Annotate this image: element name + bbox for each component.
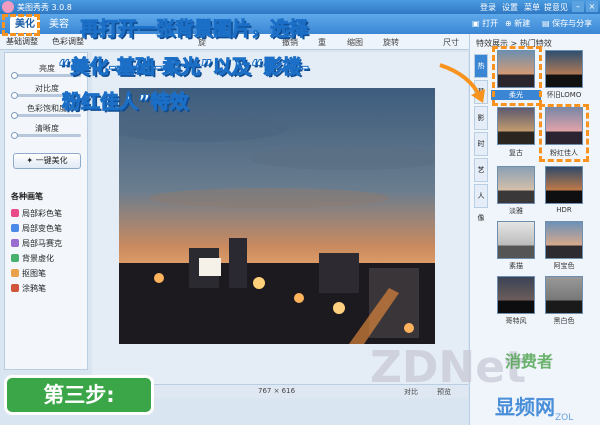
tab-basic-adjust[interactable]: 基础调整 <box>6 36 38 47</box>
menu-link[interactable]: 菜单 <box>524 2 540 13</box>
effect-gothic[interactable] <box>497 276 535 314</box>
sharpness-knob[interactable] <box>11 132 18 139</box>
one-key-beautify-button[interactable]: ✦ 一键美化 <box>13 153 81 169</box>
watermark-cn: 消费者 <box>505 352 553 371</box>
cutout-icon <box>11 269 19 277</box>
app-logo-icon <box>2 1 14 13</box>
crop-button[interactable]: 缩图 <box>347 37 363 48</box>
close-icon[interactable]: × <box>586 1 598 12</box>
brush-cutout[interactable]: 抠图笔 <box>11 268 46 279</box>
minimize-icon[interactable]: – <box>572 1 584 12</box>
redo-button[interactable]: 重 <box>318 37 326 48</box>
step-badge: 第三步: <box>4 375 154 415</box>
pencil-icon <box>11 284 19 292</box>
brush-label: 局部马赛克 <box>22 239 62 248</box>
brush-label: 背景虚化 <box>22 254 54 263</box>
effect-elegant[interactable] <box>497 166 535 204</box>
image-dimensions: 767 × 616 <box>258 387 296 395</box>
category-tab-fashion[interactable]: 时尚 <box>474 132 488 170</box>
blur-icon <box>11 254 19 262</box>
effect-retro[interactable] <box>497 107 535 145</box>
brush-mosaic[interactable]: 局部马赛克 <box>11 238 62 249</box>
new-label: 新建 <box>514 19 531 28</box>
effect-label: 复古 <box>509 149 523 157</box>
saturation-slider[interactable] <box>13 114 81 117</box>
effect-hdr[interactable] <box>545 166 583 204</box>
caption-line-2: “美化-基础-柔光”以及“影楼- <box>57 56 310 79</box>
brushes-header: 各种画笔 <box>11 192 43 201</box>
effect-abao[interactable] <box>545 221 583 259</box>
effect-black-white[interactable] <box>545 276 583 314</box>
brush-local-recolor[interactable]: 局部变色笔 <box>11 223 62 234</box>
brush-label: 抠图笔 <box>22 269 46 278</box>
category-tab-art[interactable]: 艺术 <box>474 158 488 196</box>
feedback-link[interactable]: 提意见 <box>544 2 568 13</box>
brush-label: 涂鸦笔 <box>22 284 46 293</box>
effect-label: 怀旧LOMO <box>546 91 582 99</box>
save-share-label: 保存与分享 <box>552 19 593 28</box>
folder-icon: ▣ <box>472 19 480 28</box>
watermark-brand: ZDNet <box>370 342 526 393</box>
brush-label: 局部变色笔 <box>22 224 62 233</box>
title-bar: 美图秀秀 3.0.8 登录 设置 菜单 提意见 – × <box>0 0 600 14</box>
category-tab-portrait[interactable]: 人像 <box>474 184 488 222</box>
recolor-brush-icon <box>11 224 19 232</box>
brush-local-color[interactable]: 局部彩色笔 <box>11 208 62 219</box>
save-icon: ▤ <box>542 19 550 28</box>
open-button[interactable]: ▣ 打开 <box>472 17 498 31</box>
effect-label: 阿宝色 <box>553 262 575 270</box>
saturation-knob[interactable] <box>11 112 18 119</box>
rotate-button[interactable]: 旋转 <box>383 37 399 48</box>
caption-line-3: 粉红佳人”特效 <box>62 91 189 114</box>
effect-label: HDR <box>556 206 572 214</box>
effect-label: 淡雅 <box>509 207 523 215</box>
city-night-photo[interactable] <box>119 88 435 344</box>
plus-icon: ⊕ <box>505 19 512 28</box>
sharpness-label: 清晰度 <box>35 124 59 133</box>
new-button[interactable]: ⊕ 新建 <box>505 17 530 31</box>
open-label: 打开 <box>482 19 499 28</box>
login-link[interactable]: 登录 <box>480 2 496 13</box>
resize-button[interactable]: 尺寸 <box>443 37 459 48</box>
brush-blur[interactable]: 背景虚化 <box>11 253 54 264</box>
brightness-knob[interactable] <box>11 72 18 79</box>
one-key-label: 一键美化 <box>35 156 68 165</box>
wand-icon: ✦ <box>26 156 34 165</box>
watermark-domain: 显频网 <box>495 395 555 419</box>
watermark-logo: ZDNet 消费者 显频网 ZOL <box>370 342 573 423</box>
brush-label: 局部彩色笔 <box>22 209 62 218</box>
soft-light-highlight <box>492 46 542 106</box>
caption-line-1: 再打开一张背景图片，选择 <box>79 18 309 41</box>
color-brush-icon <box>11 209 19 217</box>
sharpness-slider[interactable] <box>13 134 81 137</box>
watermark-sub: ZOL <box>555 413 573 423</box>
tab-makeup[interactable]: 美容 <box>42 16 76 33</box>
effect-sketch[interactable] <box>497 221 535 259</box>
beautify-tab-highlight <box>2 14 40 36</box>
app-title: 美图秀秀 3.0.8 <box>17 3 72 12</box>
effect-lomo[interactable] <box>545 50 583 88</box>
contrast-knob[interactable] <box>11 92 18 99</box>
mosaic-icon <box>11 239 19 247</box>
arrow-icon <box>439 63 485 103</box>
brush-doodle[interactable]: 涂鸦笔 <box>11 283 46 294</box>
save-share-button[interactable]: ▤ 保存与分享 <box>542 17 592 31</box>
settings-link[interactable]: 设置 <box>502 2 518 13</box>
effect-label: 素描 <box>509 262 523 270</box>
pink-beauty-highlight <box>539 104 589 162</box>
